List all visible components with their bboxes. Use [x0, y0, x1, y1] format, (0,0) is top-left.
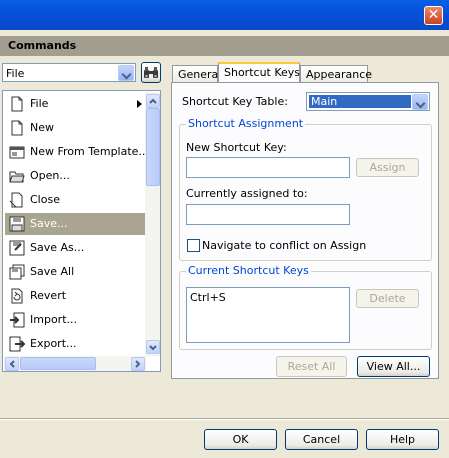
new-document-icon — [9, 120, 25, 136]
open-folder-icon — [9, 168, 25, 184]
tab-appearance[interactable]: Appearance — [300, 65, 372, 83]
shortcut-keys-page: Shortcut Key Table: Main Shortcut Assign… — [171, 82, 439, 379]
command-list-item[interactable]: Revert — [5, 285, 145, 307]
command-label: Open... — [30, 169, 70, 182]
category-select[interactable]: File — [2, 63, 136, 82]
close-document-icon — [9, 192, 25, 208]
scroll-thumb[interactable] — [146, 108, 160, 186]
arrow-right-icon — [135, 360, 141, 368]
command-list-item[interactable]: Export... — [5, 333, 145, 355]
help-button[interactable]: Help — [366, 429, 439, 450]
command-label: Revert — [30, 289, 67, 302]
scroll-up-button[interactable] — [146, 94, 160, 108]
shortcut-key-item[interactable]: Ctrl+S — [190, 291, 226, 304]
window-close-button[interactable]: ✕ — [424, 6, 443, 25]
arrow-up-icon — [149, 98, 157, 104]
tab-shortcut-keys[interactable]: Shortcut Keys — [218, 62, 300, 83]
command-list-item[interactable]: Save All — [5, 261, 145, 283]
command-list-item[interactable]: Save As... — [5, 237, 145, 259]
view-all-button[interactable]: View All... — [357, 356, 430, 377]
shortcut-assignment-title: Shortcut Assignment — [186, 117, 306, 130]
category-select-value: File — [6, 67, 25, 80]
command-list-item[interactable]: Save... — [5, 213, 145, 235]
save-icon — [9, 216, 25, 232]
reset-all-button[interactable]: Reset All — [276, 356, 347, 377]
command-label: New From Template... — [30, 145, 149, 158]
command-label: Save As... — [30, 241, 85, 254]
command-label: Import... — [30, 313, 77, 326]
command-list-item[interactable]: Open... — [5, 165, 145, 187]
command-list-item[interactable]: File — [5, 93, 145, 115]
chevron-down-icon[interactable] — [118, 65, 134, 81]
new-shortcut-key-input[interactable] — [186, 157, 350, 178]
command-list-item[interactable]: New From Template... — [5, 141, 149, 163]
find-command-button[interactable] — [141, 62, 161, 83]
import-icon — [9, 312, 25, 328]
submenu-arrow-icon — [137, 100, 142, 108]
export-icon — [9, 336, 26, 352]
chevron-down-icon[interactable] — [412, 94, 428, 110]
horizontal-scroll-thumb[interactable] — [20, 357, 96, 370]
vertical-scrollbar[interactable] — [145, 92, 160, 356]
assign-button[interactable]: Assign — [356, 158, 419, 177]
save-all-icon — [9, 264, 25, 280]
command-label: Close — [30, 193, 60, 206]
tab-general[interactable]: General — [172, 65, 221, 83]
window-title-bar — [0, 0, 449, 30]
arrow-down-icon — [149, 345, 157, 351]
current-shortcut-keys-list[interactable]: Ctrl+S — [186, 287, 350, 343]
ok-button[interactable]: OK — [204, 429, 277, 450]
shortcut-assignment-group: Shortcut Assignment New Shortcut Key: As… — [179, 117, 432, 261]
command-list: File New New From Template... Open... Close S… — [2, 90, 161, 372]
command-label: Save... — [30, 217, 68, 230]
current-shortcut-keys-group: Current Shortcut Keys Ctrl+S Delete — [179, 264, 432, 350]
current-shortcut-keys-title: Current Shortcut Keys — [186, 264, 311, 277]
footer-divider — [0, 418, 449, 420]
navigate-conflict-checkbox[interactable] — [187, 239, 200, 252]
arrow-left-icon — [9, 360, 15, 368]
currently-assigned-label: Currently assigned to: — [186, 187, 308, 200]
navigate-conflict-label[interactable]: Navigate to conflict on Assign — [202, 239, 366, 252]
new-shortcut-key-label: New Shortcut Key: — [186, 141, 287, 154]
cancel-button[interactable]: Cancel — [285, 429, 358, 450]
command-label: Save All — [30, 265, 75, 278]
command-list-item[interactable]: New — [5, 117, 145, 139]
scroll-down-button[interactable] — [146, 340, 160, 354]
commands-header: Commands — [0, 36, 449, 56]
revert-icon — [9, 288, 25, 304]
binoculars-icon — [144, 67, 158, 78]
template-icon — [9, 144, 25, 160]
file-icon — [9, 96, 25, 112]
delete-button[interactable]: Delete — [356, 289, 419, 308]
panel-title: Commands — [8, 39, 77, 52]
currently-assigned-field — [186, 204, 350, 225]
scroll-right-button[interactable] — [131, 357, 145, 371]
command-label: Export... — [30, 337, 77, 350]
command-label: File — [30, 97, 49, 110]
shortcut-table-label: Shortcut Key Table: — [182, 95, 288, 108]
save-as-icon — [9, 240, 25, 256]
horizontal-scrollbar[interactable] — [4, 356, 146, 371]
command-label: New — [30, 121, 54, 134]
scroll-left-button[interactable] — [5, 357, 19, 371]
command-list-item[interactable]: Import... — [5, 309, 145, 331]
shortcut-table-select[interactable]: Main — [306, 92, 430, 111]
shortcut-table-value: Main — [311, 95, 338, 108]
command-list-item[interactable]: Close — [5, 189, 145, 211]
close-icon: ✕ — [427, 7, 440, 23]
